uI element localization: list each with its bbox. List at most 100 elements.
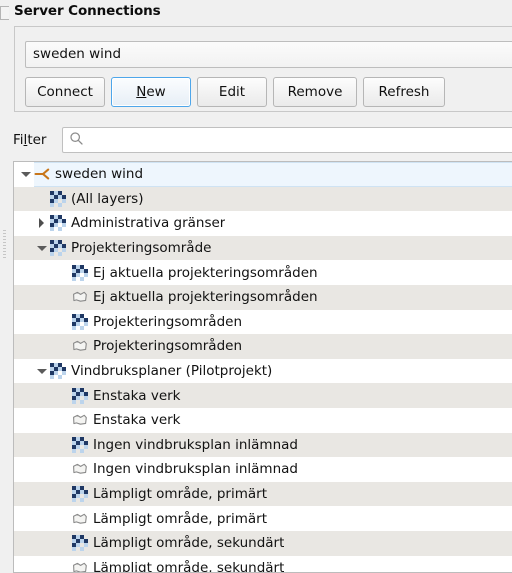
raster-layer-icon — [72, 388, 88, 404]
tree-twisty-spacer — [56, 506, 72, 531]
filter-label: Filter — [13, 132, 46, 148]
tree-indent — [14, 346, 56, 347]
chevron-down-icon[interactable] — [34, 236, 50, 261]
layer-tree-row-content: Lämpligt område, sekundärt — [72, 556, 512, 573]
layer-tree-row-label: Enstaka verk — [93, 412, 181, 428]
raster-layer-icon — [72, 265, 88, 281]
layer-tree-row[interactable]: Enstaka verk — [14, 408, 512, 433]
layer-tree-row-content: Enstaka verk — [72, 408, 512, 433]
tree-twisty-spacer — [56, 285, 72, 310]
filter-input[interactable] — [62, 127, 512, 153]
new-button-label: ew — [146, 84, 165, 100]
layer-tree-row-label: Vindbruksplaner (Pilotprojekt) — [71, 363, 272, 379]
connect-button[interactable]: Connect — [25, 77, 105, 107]
layer-tree-row[interactable]: Projekteringsområden — [14, 310, 512, 335]
wms-connection-icon — [34, 166, 50, 182]
layer-tree-row-content: Vindbruksplaner (Pilotprojekt) — [50, 359, 512, 384]
raster-layer-icon — [50, 191, 66, 207]
layer-tree-row[interactable]: Ingen vindbruksplan inlämnad — [14, 433, 512, 458]
tree-indent — [14, 321, 56, 322]
connection-combobox[interactable]: sweden wind — [25, 41, 512, 68]
remove-button[interactable]: Remove — [273, 77, 357, 107]
tree-twisty-spacer — [56, 260, 72, 285]
tree-indent — [14, 198, 34, 199]
refresh-button[interactable]: Refresh — [363, 77, 445, 107]
tree-twisty-spacer — [56, 433, 72, 458]
layer-tree-row[interactable]: Ej aktuella projekteringsområden — [14, 285, 512, 310]
layer-tree-row[interactable]: Ej aktuella projekteringsområden — [14, 260, 512, 285]
layer-tree-row-content: Ej aktuella projekteringsområden — [72, 260, 512, 285]
filter-label-before: Fi — [13, 132, 24, 148]
layer-tree[interactable]: sweden wind (All layers) Administrativa gr… — [13, 161, 512, 573]
edit-button[interactable]: Edit — [197, 77, 267, 107]
tree-twisty-spacer — [56, 334, 72, 359]
tree-indent — [14, 567, 56, 568]
tree-twisty-spacer — [56, 383, 72, 408]
layer-tree-row-label: Ingen vindbruksplan inlämnad — [93, 461, 298, 477]
layer-tree-row[interactable]: Vindbruksplaner (Pilotprojekt) — [14, 359, 512, 384]
layer-tree-row-label: sweden wind — [55, 166, 143, 182]
refresh-button-label: Refresh — [379, 84, 430, 100]
layer-tree-row-content: Administrativa gränser — [50, 211, 512, 236]
layer-tree-row-content: Projekteringsområden — [72, 334, 512, 359]
tree-indent — [14, 248, 34, 249]
tree-indent — [14, 420, 56, 421]
layer-tree-row[interactable]: Lämpligt område, sekundärt — [14, 556, 512, 573]
new-button-mnemonic: N — [136, 84, 146, 100]
layer-tree-row-label: Projekteringsområden — [93, 338, 242, 354]
layer-tree-row[interactable]: Lämpligt område, primärt — [14, 506, 512, 531]
layer-tree-row[interactable]: Enstaka verk — [14, 383, 512, 408]
layer-tree-row[interactable]: Administrativa gränser — [14, 211, 512, 236]
tree-indent — [14, 518, 56, 519]
layer-tree-row-label: Lämpligt område, primärt — [93, 511, 267, 527]
layer-tree-row-content: Lämpligt område, sekundärt — [72, 531, 512, 556]
layer-tree-row[interactable]: sweden wind — [14, 162, 512, 187]
layer-tree-row-label: Ej aktuella projekteringsområden — [93, 289, 318, 305]
layer-tree-row[interactable]: Projekteringsområde — [14, 236, 512, 261]
layer-tree-row[interactable]: Ingen vindbruksplan inlämnad — [14, 457, 512, 482]
tree-indent — [14, 494, 56, 495]
new-button[interactable]: New — [111, 77, 191, 107]
tree-indent — [14, 371, 34, 372]
layer-tree-row-label: Administrativa gränser — [71, 215, 225, 231]
tree-indent — [14, 543, 56, 544]
connection-actions-toolbar: Connect New Edit Remove Refresh — [25, 77, 445, 107]
layer-tree-row-label: Projekteringsområden — [93, 314, 242, 330]
raster-layer-icon — [72, 535, 88, 551]
layer-tree-row-label: Lämpligt område, primärt — [93, 486, 267, 502]
raster-layer-icon — [72, 437, 88, 453]
layer-tree-row-content: Enstaka verk — [72, 383, 512, 408]
remove-button-label: Remove — [288, 84, 343, 100]
layer-tree-row-content: Ingen vindbruksplan inlämnad — [72, 457, 512, 482]
raster-layer-icon — [72, 486, 88, 502]
layer-tree-row-content: Projekteringsområden — [72, 310, 512, 335]
tree-indent — [14, 223, 34, 224]
chevron-down-icon[interactable] — [34, 359, 50, 384]
polygon-layer-icon — [72, 338, 88, 354]
layer-tree-row[interactable]: (All layers) — [14, 187, 512, 212]
tree-twisty-spacer — [34, 187, 50, 212]
layer-tree-row-content: (All layers) — [50, 187, 512, 212]
layer-tree-row-content: sweden wind — [34, 162, 512, 187]
search-icon — [69, 131, 84, 149]
layer-tree-row-content: Lämpligt område, primärt — [72, 506, 512, 531]
connect-button-label: Connect — [37, 84, 93, 100]
chevron-down-icon[interactable] — [18, 162, 34, 187]
raster-layer-icon — [50, 215, 66, 231]
layer-tree-row[interactable]: Lämpligt område, sekundärt — [14, 531, 512, 556]
raster-layer-icon — [50, 240, 66, 256]
polygon-layer-icon — [72, 511, 88, 527]
polygon-layer-icon — [72, 412, 88, 428]
tree-indent — [14, 469, 56, 470]
layer-tree-row-label: Ej aktuella projekteringsområden — [93, 265, 318, 281]
layer-tree-row[interactable]: Projekteringsområden — [14, 334, 512, 359]
layer-tree-rows: sweden wind (All layers) Administrativa gr… — [14, 162, 512, 573]
layer-tree-row-label: Projekteringsområde — [71, 240, 211, 256]
chevron-right-icon[interactable] — [34, 211, 50, 236]
raster-layer-icon — [72, 314, 88, 330]
scroll-indicator[interactable] — [3, 230, 6, 258]
edit-button-label: Edit — [219, 84, 245, 100]
layer-tree-row[interactable]: Lämpligt område, primärt — [14, 482, 512, 507]
layer-tree-row-label: Ingen vindbruksplan inlämnad — [93, 437, 298, 453]
layer-tree-row-content: Projekteringsområde — [50, 236, 512, 261]
